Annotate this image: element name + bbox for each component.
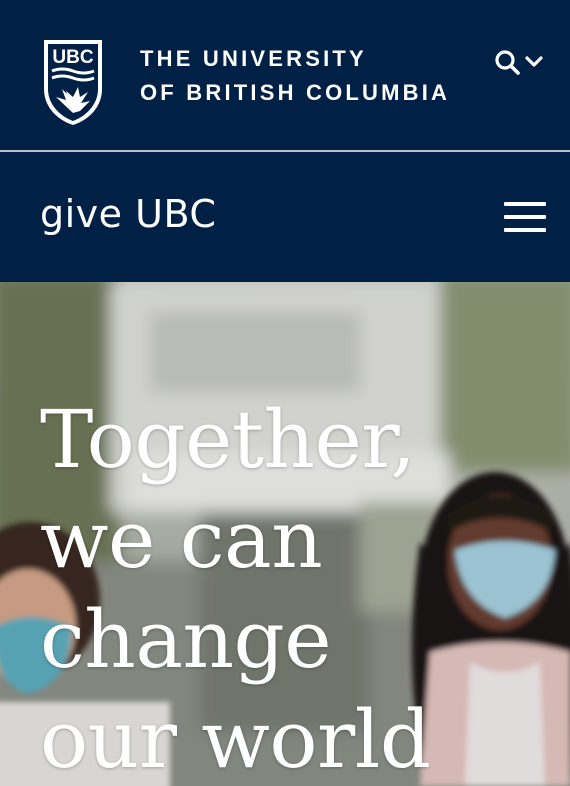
site-nav-bar: give UBC	[0, 152, 570, 282]
site-name-link[interactable]: give UBC	[40, 192, 216, 236]
search-toggle-button[interactable]	[494, 48, 546, 76]
search-icon	[495, 50, 520, 75]
university-name-line2: OF BRITISH COLUMBIA	[140, 80, 451, 105]
hero-title-line: we can	[40, 493, 323, 586]
ubc-header: UBC THE UNIVERSITY OF BRITISH COLUMBIA	[0, 0, 570, 150]
hero-title: Together, we can change our world	[40, 390, 431, 786]
university-name[interactable]: THE UNIVERSITY OF BRITISH COLUMBIA	[140, 42, 450, 110]
hamburger-icon-bar	[504, 215, 546, 219]
hero-title-line: change	[40, 593, 332, 686]
hamburger-icon-bar	[504, 228, 546, 232]
crest-text: UBC	[52, 47, 93, 68]
hero-title-line: Together,	[40, 393, 416, 486]
hamburger-icon	[504, 202, 546, 206]
ubc-crest-logo[interactable]: UBC	[40, 37, 106, 127]
university-name-line1: THE UNIVERSITY	[140, 46, 367, 71]
chevron-down-icon	[525, 56, 543, 67]
hero-banner: Together, we can change our world	[0, 282, 570, 786]
hero-title-line: our world	[40, 693, 431, 786]
hamburger-menu-button[interactable]	[504, 202, 548, 234]
